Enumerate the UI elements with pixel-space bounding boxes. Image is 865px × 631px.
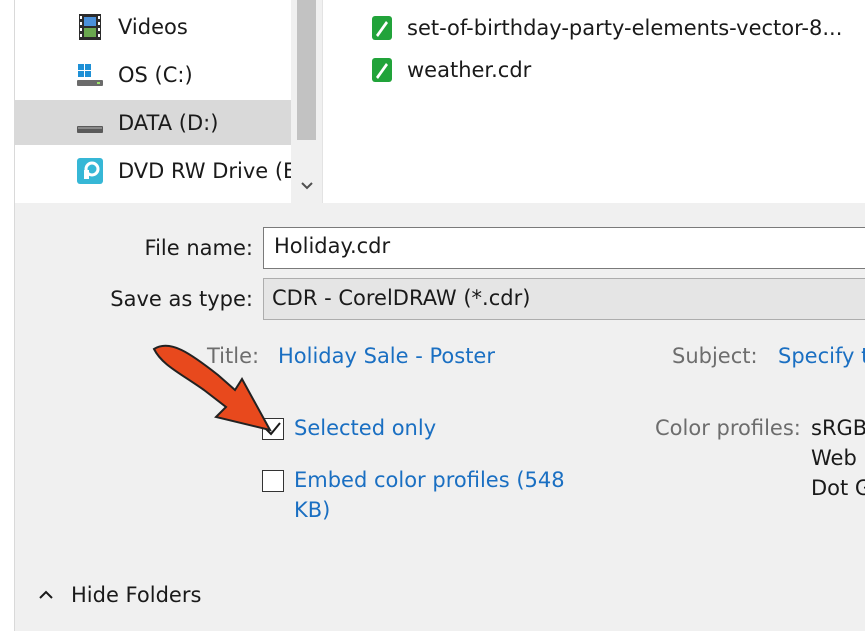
nav-item-os-c[interactable]: OS (C:)	[15, 52, 291, 97]
drive-icon	[75, 108, 105, 138]
navigation-pane: Videos OS (C:) DATA (D:) DVD RW Drive (E	[15, 0, 291, 203]
dvd-drive-icon	[75, 156, 105, 186]
file-item-weather[interactable]: weather.cdr	[371, 52, 531, 88]
save-type-label: Save as type:	[110, 287, 253, 311]
nav-item-label: Videos	[118, 14, 188, 39]
nav-item-videos[interactable]: Videos	[15, 4, 291, 49]
subject-label: Subject:	[672, 344, 758, 368]
title-value-link[interactable]: Holiday Sale - Poster	[278, 344, 495, 368]
film-icon	[75, 12, 105, 42]
nav-item-data-d[interactable]: DATA (D:)	[15, 100, 291, 145]
file-item-label: set-of-birthday-party-elements-vector-8.…	[407, 16, 843, 40]
nav-item-label: DATA (D:)	[118, 110, 219, 135]
embed-color-profiles-checkbox[interactable]	[262, 470, 284, 492]
windows-drive-icon	[75, 60, 105, 90]
nav-scrollbar[interactable]	[291, 0, 322, 203]
nav-item-dvd-drive[interactable]: DVD RW Drive (E	[15, 148, 291, 193]
file-name-label: File name:	[144, 236, 253, 260]
save-dialog: Videos OS (C:) DATA (D:) DVD RW Drive (E…	[0, 0, 865, 631]
color-profiles-list: sRGB Web Dot G	[811, 413, 865, 503]
file-item-birthday-party[interactable]: set-of-birthday-party-elements-vector-8.…	[371, 10, 842, 46]
chevron-up-icon	[39, 590, 53, 599]
nav-item-label: OS (C:)	[118, 62, 193, 87]
hide-folders-button[interactable]: Hide Folders	[37, 583, 201, 607]
dialog-left-edge	[0, 0, 15, 631]
file-list: set-of-birthday-party-elements-vector-8.…	[322, 0, 865, 203]
subject-value-link[interactable]: Specify t	[778, 344, 865, 368]
cdr-file-icon	[371, 15, 393, 41]
selected-only-label[interactable]: Selected only	[294, 413, 436, 443]
cdr-file-icon	[371, 57, 393, 83]
hide-folders-label: Hide Folders	[71, 583, 202, 607]
nav-item-label: DVD RW Drive (E	[118, 158, 291, 183]
chevron-down-icon	[300, 182, 313, 190]
scroll-down-button[interactable]	[297, 176, 316, 196]
annotation-arrow-icon	[152, 344, 272, 432]
save-type-select[interactable]: CDR - CorelDRAW (*.cdr)	[263, 278, 865, 320]
color-profiles-label: Color profiles:	[655, 416, 801, 440]
file-item-label: weather.cdr	[407, 58, 532, 82]
embed-color-profiles-label[interactable]: Embed color profiles (548 KB)	[294, 465, 584, 525]
color-profile-line: Web	[811, 446, 857, 470]
color-profile-line: Dot G	[811, 476, 865, 500]
color-profile-line: sRGB	[811, 416, 865, 440]
scrollbar-thumb[interactable]	[297, 0, 316, 140]
file-name-input[interactable]: Holiday.cdr	[263, 227, 865, 269]
